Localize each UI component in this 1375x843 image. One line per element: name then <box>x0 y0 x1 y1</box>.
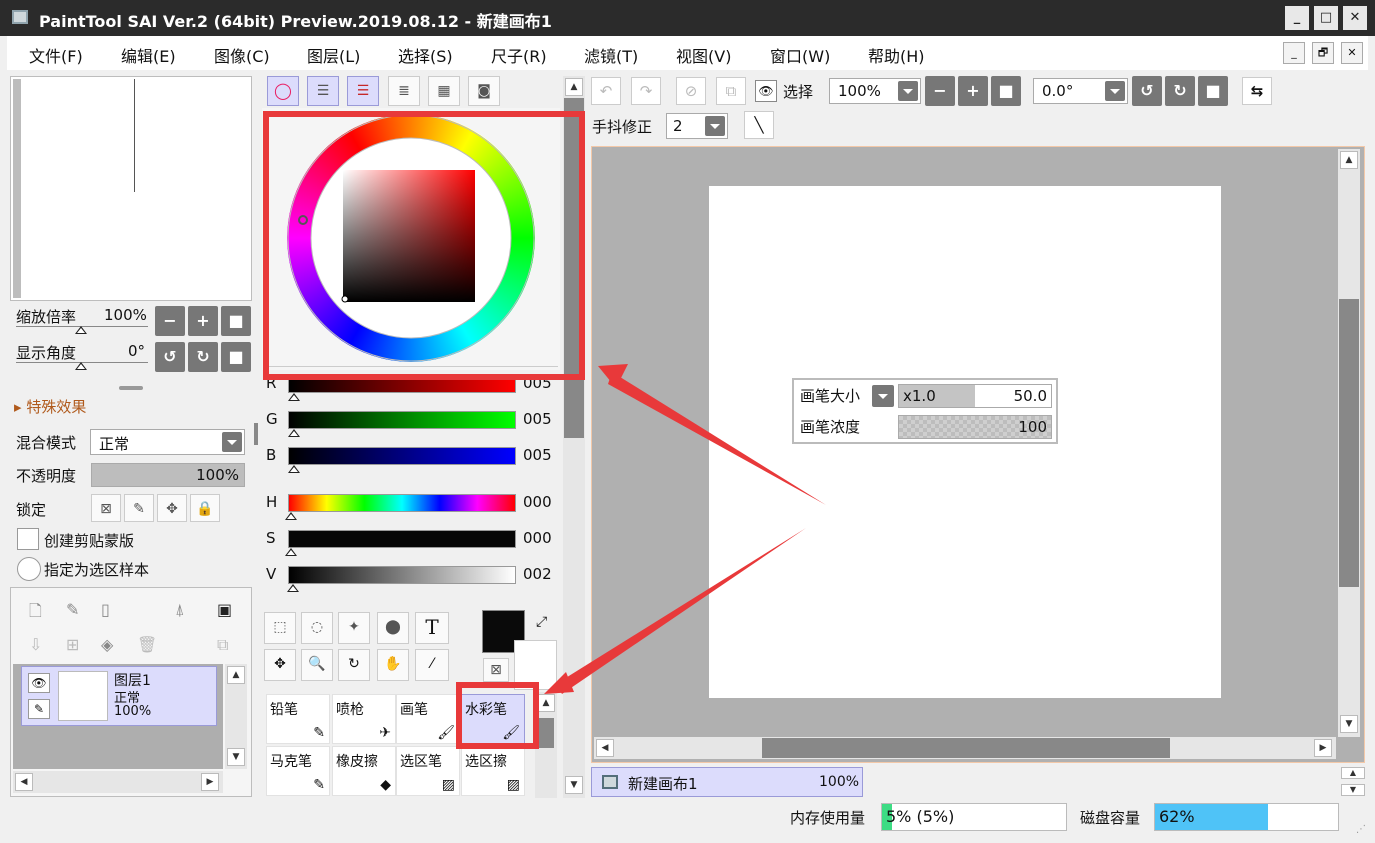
annotation-arrows <box>544 364 826 694</box>
